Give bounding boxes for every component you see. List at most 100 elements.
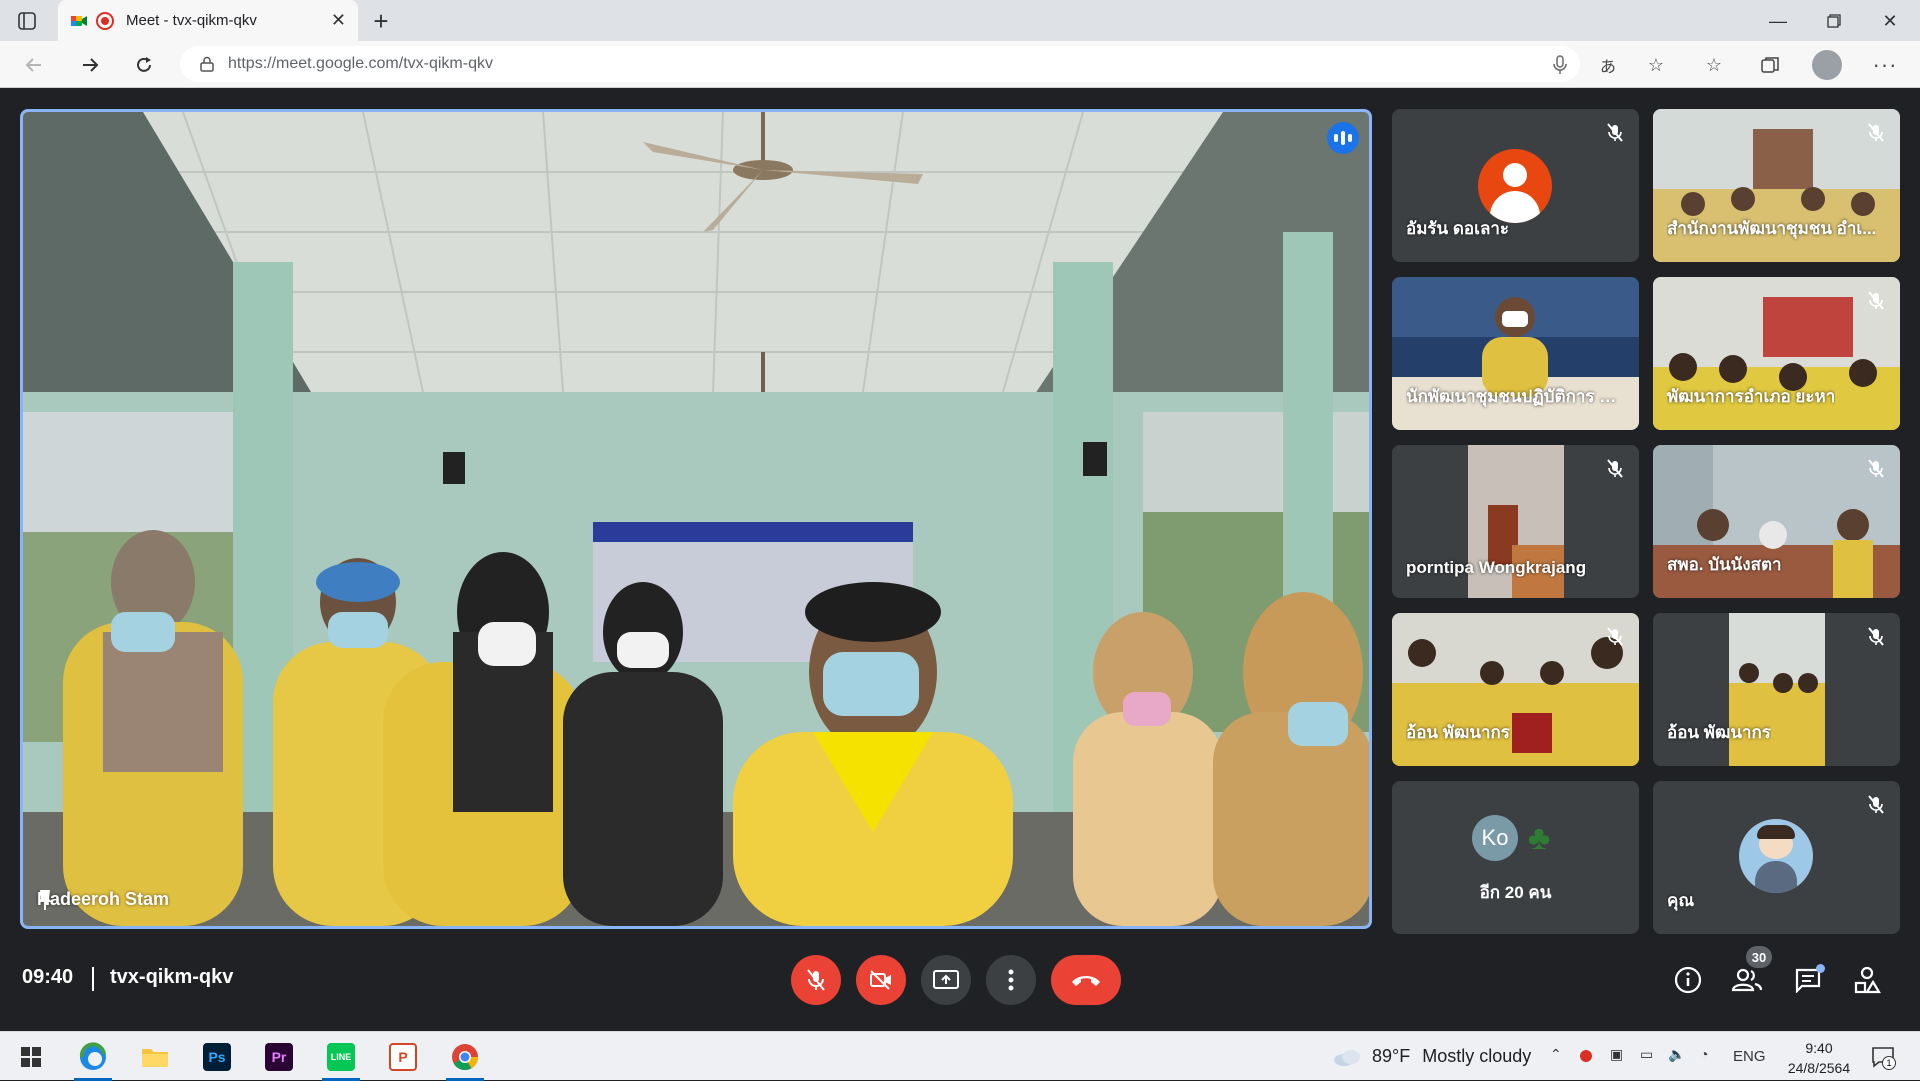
chrome-icon — [452, 1043, 479, 1070]
recording-icon — [96, 11, 114, 30]
chat-notification-dot — [1816, 964, 1825, 973]
self-tile[interactable]: คุณ — [1653, 781, 1900, 934]
more-participants-tile[interactable]: Ko ♣ อีก 20 คน — [1392, 781, 1639, 934]
main-video-feed — [23, 112, 1369, 926]
more-vert-icon — [1008, 969, 1014, 991]
taskbar-powerpoint[interactable]: P — [378, 1032, 428, 1081]
people-icon — [1731, 968, 1763, 992]
taskbar-photoshop[interactable]: Ps — [192, 1032, 242, 1081]
powerpoint-icon: P — [389, 1042, 417, 1071]
translate-icon[interactable]: あ — [1592, 49, 1624, 81]
toggle-camera-button[interactable] — [856, 955, 906, 1005]
minimize-button[interactable]: — — [1758, 6, 1798, 36]
pin-icon[interactable] — [37, 889, 53, 911]
taskbar-line[interactable]: LINE — [316, 1032, 366, 1081]
taskbar-edge[interactable] — [68, 1032, 118, 1081]
participant-tile[interactable]: นักพัฒนาชุมชนปฏิบัติการ สา... — [1392, 277, 1639, 430]
battery-icon[interactable]: ▭ — [1640, 1046, 1653, 1063]
participant-name: อัมรัน ดอเลาะ — [1406, 219, 1510, 238]
volume-icon[interactable]: 🔈 — [1668, 1046, 1685, 1063]
weather-widget[interactable]: 89°F Mostly cloudy — [1332, 1046, 1531, 1067]
tab-close-icon[interactable]: ✕ — [331, 10, 346, 31]
main-video-tile[interactable]: Nadeeroh Stam — [20, 109, 1372, 929]
photoshop-icon: Ps — [203, 1042, 231, 1071]
tab-actions-icon[interactable] — [14, 8, 40, 34]
system-clock[interactable]: 9:40 24/8/2564 — [1784, 1038, 1854, 1078]
main-speaker-label: Nadeeroh Stam — [37, 889, 169, 910]
tab-title: Meet - tvx-qikm-qkv — [126, 12, 257, 29]
add-favorite-icon[interactable]: ☆ — [1640, 49, 1672, 81]
notifications-button[interactable]: 1 — [1868, 1042, 1898, 1072]
participant-count-badge: 30 — [1746, 946, 1772, 968]
mic-off-icon — [1864, 121, 1888, 145]
meeting-details-button[interactable] — [1670, 962, 1706, 998]
microphone-icon[interactable] — [1544, 49, 1576, 81]
browser-menu-icon[interactable]: ··· — [1870, 49, 1900, 81]
more-participants-label: อีก 20 คน — [1479, 883, 1552, 902]
mic-off-icon — [1603, 625, 1627, 649]
input-language[interactable]: ENG — [1733, 1048, 1766, 1065]
participant-tile[interactable]: อ้อน พัฒนากร — [1392, 613, 1639, 766]
meeting-clock: 09:40 — [22, 966, 74, 988]
avatar — [1739, 819, 1813, 893]
edge-icon — [79, 1041, 106, 1070]
line-icon: LINE — [327, 1042, 355, 1071]
participant-tile[interactable]: สำนักงานพัฒนาชุมชน อำเ... — [1653, 109, 1900, 262]
profile-avatar[interactable] — [1812, 50, 1842, 80]
tab-bar: Meet - tvx-qikm-qkv ✕ + — ✕ — [0, 0, 1920, 41]
forward-button[interactable] — [74, 49, 106, 81]
mic-off-icon — [807, 969, 825, 991]
close-window-button[interactable]: ✕ — [1870, 6, 1910, 36]
camera-tray-icon[interactable]: ▣ — [1610, 1046, 1623, 1063]
cloud-icon — [1334, 1049, 1360, 1066]
participant-tile[interactable]: porntipa Wongkrajang — [1392, 445, 1639, 598]
system-time: 9:40 — [1805, 1040, 1833, 1056]
more-options-button[interactable] — [986, 955, 1036, 1005]
favorites-icon[interactable]: ☆ — [1698, 49, 1730, 81]
participant-name: นักพัฒนาชุมชนปฏิบัติการ สา... — [1406, 387, 1626, 406]
present-icon — [933, 970, 959, 989]
participant-name: สำนักงานพัฒนาชุมชน อำเ... — [1667, 219, 1877, 238]
toggle-mic-button[interactable] — [791, 955, 841, 1005]
taskbar-chrome[interactable] — [440, 1032, 490, 1081]
weather-temp: 89°F — [1372, 1046, 1411, 1066]
participant-tile[interactable]: สพอ. บันนังสตา — [1653, 445, 1900, 598]
taskbar-premiere[interactable]: Pr — [254, 1032, 304, 1081]
participant-tile[interactable]: อัมรัน ดอเลาะ — [1392, 109, 1639, 262]
tree-avatar-icon: ♣ — [1527, 818, 1551, 857]
refresh-button[interactable] — [128, 49, 160, 81]
browser-tab[interactable]: Meet - tvx-qikm-qkv ✕ — [58, 0, 358, 41]
url-field[interactable]: https://meet.google.com/tvx-qikm-qkv — [180, 46, 1580, 82]
url-text: https://meet.google.com/tvx-qikm-qkv — [228, 55, 493, 72]
windows-icon — [21, 1046, 41, 1067]
info-icon — [1674, 966, 1702, 994]
participant-name: อ้อน พัฒนากร — [1406, 723, 1510, 742]
mic-off-icon — [1864, 457, 1888, 481]
network-icon[interactable]: ◔ — [1700, 1046, 1708, 1062]
mic-off-icon — [1603, 121, 1627, 145]
camera-off-icon — [870, 970, 891, 990]
participant-name: พัฒนาการอำเภอ ยะหา — [1667, 387, 1836, 406]
notification-count: 1 — [1882, 1056, 1896, 1070]
participant-name: สพอ. บันนังสตา — [1667, 555, 1782, 574]
participant-name: คุณ — [1667, 891, 1695, 910]
participant-name: อ้อน พัฒนากร — [1667, 723, 1771, 742]
taskbar: Ps Pr LINE P 89°F Mostly cloudy ⌃ ▣ ▭ 🔈 … — [0, 1031, 1920, 1081]
speaking-indicator-icon — [1327, 122, 1359, 154]
participant-tile[interactable]: อ้อน พัฒนากร — [1653, 613, 1900, 766]
leave-call-button[interactable] — [1051, 955, 1121, 1005]
new-tab-button[interactable]: + — [366, 6, 396, 36]
activities-button[interactable] — [1849, 962, 1885, 998]
recording-tray-icon[interactable] — [1580, 1050, 1592, 1062]
participant-tile[interactable]: พัฒนาการอำเภอ ยะหา — [1653, 277, 1900, 430]
mic-off-icon — [1864, 625, 1888, 649]
present-screen-button[interactable] — [921, 955, 971, 1005]
premiere-icon: Pr — [265, 1042, 293, 1071]
maximize-button[interactable] — [1814, 6, 1854, 36]
start-button[interactable] — [6, 1032, 56, 1081]
collections-icon[interactable] — [1754, 49, 1786, 81]
taskbar-file-explorer[interactable] — [130, 1032, 180, 1081]
avatar: Ko — [1472, 815, 1518, 861]
back-button[interactable] — [18, 49, 50, 81]
tray-chevron-icon[interactable]: ⌃ — [1550, 1046, 1562, 1063]
